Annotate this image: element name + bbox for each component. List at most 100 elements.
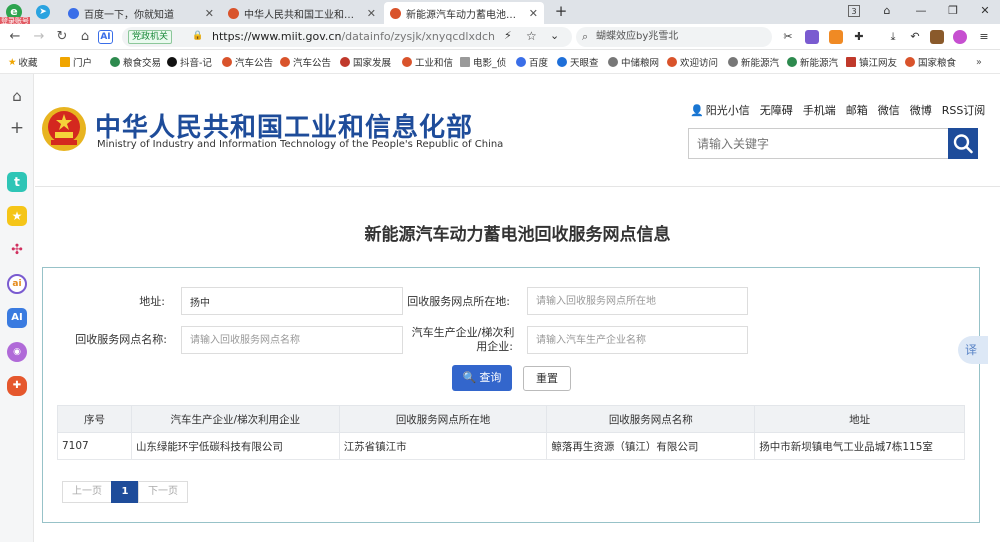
ai-chat-icon[interactable]: ai (7, 274, 27, 294)
bookmark-item[interactable]: 门户 (60, 55, 106, 69)
forward-icon[interactable]: → (30, 28, 48, 46)
mobile-link[interactable]: 手机端 (803, 102, 836, 118)
bookmark-item[interactable]: 电影_侦 (460, 55, 512, 69)
restore-icon[interactable]: ❐ (944, 3, 962, 19)
bookmark-item[interactable]: 工业和信 (402, 55, 454, 69)
download-icon[interactable]: ⤓ (886, 30, 900, 44)
bookmark-item[interactable]: 汽车公告 (222, 55, 274, 69)
query-button[interactable]: 🔍 查询 (452, 365, 512, 391)
address-bar[interactable]: 党政机关 🔒 https://www.miit.gov.cn/datainfo/… (122, 27, 572, 47)
tab-miit-home[interactable]: 中华人民共和国工业和信息化部 ✕ (222, 2, 382, 24)
search-panel: 地址: 回收服务网点所在地: 回收服务网点名称: 汽车生产企业/梯次利 用企业:… (42, 267, 980, 523)
bookmark-item[interactable]: 新能源汽 (728, 55, 782, 69)
column-header: 序号 (57, 405, 132, 433)
bookmark-item[interactable]: 中储粮网 (608, 55, 662, 69)
address-input[interactable] (181, 287, 403, 315)
top-links: 👤 阳光小信 无障碍 手机端 邮箱 微信 微博 RSS订阅 (690, 102, 985, 118)
close-icon[interactable]: ✕ (205, 7, 214, 20)
site-search-button[interactable] (948, 128, 978, 159)
close-icon[interactable]: ✕ (367, 7, 376, 20)
prev-page-button[interactable]: 上一页 (62, 481, 112, 503)
company-input[interactable] (527, 326, 748, 354)
folder-icon (60, 57, 70, 67)
shirt-icon[interactable]: ⌂ (878, 3, 896, 19)
menu-icon[interactable]: ≡ (977, 30, 991, 44)
extension-orange-icon[interactable] (829, 30, 843, 44)
bookmark-item[interactable]: 国家粮食 (905, 55, 959, 69)
back-icon[interactable]: ← (6, 28, 24, 46)
ai-icon[interactable]: AI (98, 30, 113, 44)
bookmark-item[interactable]: 百度 (516, 55, 554, 69)
site-icon (340, 57, 350, 67)
site-name-input[interactable] (181, 326, 403, 354)
table-row[interactable]: 7107 山东绿能环宇低碳科技有限公司 江苏省镇江市 鲸落再生资源（镇江）有限公… (57, 432, 965, 460)
new-tab-button[interactable]: + (552, 3, 570, 19)
home-icon[interactable]: ⌂ (76, 28, 94, 46)
briefcase-icon[interactable] (930, 30, 944, 44)
search-icon: 🔍 (462, 371, 477, 384)
star-icon[interactable]: ☆ (526, 29, 537, 43)
puzzle-icon[interactable]: ✚ (852, 30, 866, 44)
weibo-link[interactable]: 微博 (910, 102, 932, 118)
bookmark-item[interactable]: ★ 收藏 (8, 55, 58, 70)
bookmark-item[interactable]: 汽车公告 (280, 55, 334, 69)
tab-baidu[interactable]: 百度一下，你就知道 ✕ (62, 2, 220, 24)
home-icon[interactable]: ⌂ (7, 86, 27, 106)
profile-icon[interactable] (953, 30, 967, 44)
undo-icon[interactable]: ↶ (908, 30, 922, 44)
site-subtitle-en: Ministry of Industry and Information Tec… (97, 139, 504, 150)
bookmark-item[interactable]: 镇江网友 (846, 55, 900, 69)
game-controller-icon[interactable]: ✚ (7, 376, 27, 396)
gov-badge: 党政机关 (128, 30, 173, 44)
site-icon (667, 57, 677, 67)
translate-app-icon[interactable]: t (7, 172, 27, 192)
robot-app-icon[interactable]: ◉ (7, 342, 27, 362)
network-app-icon[interactable]: ✣ (7, 240, 27, 260)
bookmark-item[interactable]: 新能源汽 (787, 55, 841, 69)
bookmark-item[interactable]: 国家发展 (340, 55, 396, 69)
rss-link[interactable]: RSS订阅 (942, 102, 986, 118)
bookmark-item[interactable]: 粮食交易 (110, 55, 162, 69)
accessibility-link[interactable]: 无障碍 (760, 102, 793, 118)
telegram-icon[interactable]: ➤ (36, 5, 50, 19)
sunshine-info-link[interactable]: 👤 阳光小信 (690, 102, 750, 118)
reset-button[interactable]: 重置 (523, 366, 571, 391)
more-bookmarks-icon[interactable]: » (976, 55, 992, 69)
minimize-icon[interactable]: — (912, 3, 930, 19)
company-label: 汽车生产企业/梯次利 用企业: (407, 326, 519, 354)
bookmark-item[interactable]: 天眼查 (557, 55, 603, 69)
close-icon[interactable]: ✕ (529, 7, 538, 20)
site-search (688, 128, 978, 159)
browser-search-box[interactable]: ⌕ 蝴蝶效应by兆雪北 (576, 27, 772, 47)
translate-float-button[interactable]: 译 (958, 336, 988, 364)
star-app-icon[interactable]: ★ (7, 206, 27, 226)
dropdown-chevron-icon[interactable]: ⌄ (550, 29, 559, 42)
lightning-icon[interactable]: ⚡ (504, 29, 512, 42)
scissors-icon[interactable]: ✂ (781, 30, 795, 44)
window-close-icon[interactable]: ✕ (976, 3, 994, 19)
ai-assistant-icon[interactable]: AI (7, 308, 27, 328)
wechat-link[interactable]: 微信 (878, 102, 900, 118)
bookmark-item[interactable]: 欢迎访问 (667, 55, 723, 69)
document-icon (460, 57, 470, 67)
site-icon (846, 57, 856, 67)
add-icon[interactable]: + (7, 118, 27, 138)
globe-icon (608, 57, 618, 67)
bookmark-item[interactable]: 抖音-记 (167, 55, 215, 69)
lock-icon: 🔒 (192, 31, 204, 41)
location-input[interactable] (527, 287, 748, 315)
tab-count-badge[interactable]: 3 (848, 5, 860, 17)
url-host: https://www.miit.gov.cn (212, 30, 342, 43)
next-page-button[interactable]: 下一页 (138, 481, 188, 503)
site-icon (280, 57, 290, 67)
keyword-input[interactable] (689, 129, 947, 158)
browser-nav-bar: ← → ↻ ⌂ AI 党政机关 🔒 https://www.miit.gov.c… (0, 24, 1000, 50)
page-1-button[interactable]: 1 (111, 481, 139, 503)
reload-icon[interactable]: ↻ (53, 28, 71, 46)
site-icon (402, 57, 412, 67)
extension-purple-icon[interactable] (805, 30, 819, 44)
site-name-label: 回收服务网点名称: (75, 333, 167, 346)
browser-sidebar: ⌂ + t ★ ✣ ai AI ◉ ✚ (0, 74, 34, 542)
mailbox-link[interactable]: 邮箱 (846, 102, 868, 118)
tab-battery-recycle[interactable]: 新能源汽车动力蓄电池回收服 ✕ (384, 2, 544, 24)
